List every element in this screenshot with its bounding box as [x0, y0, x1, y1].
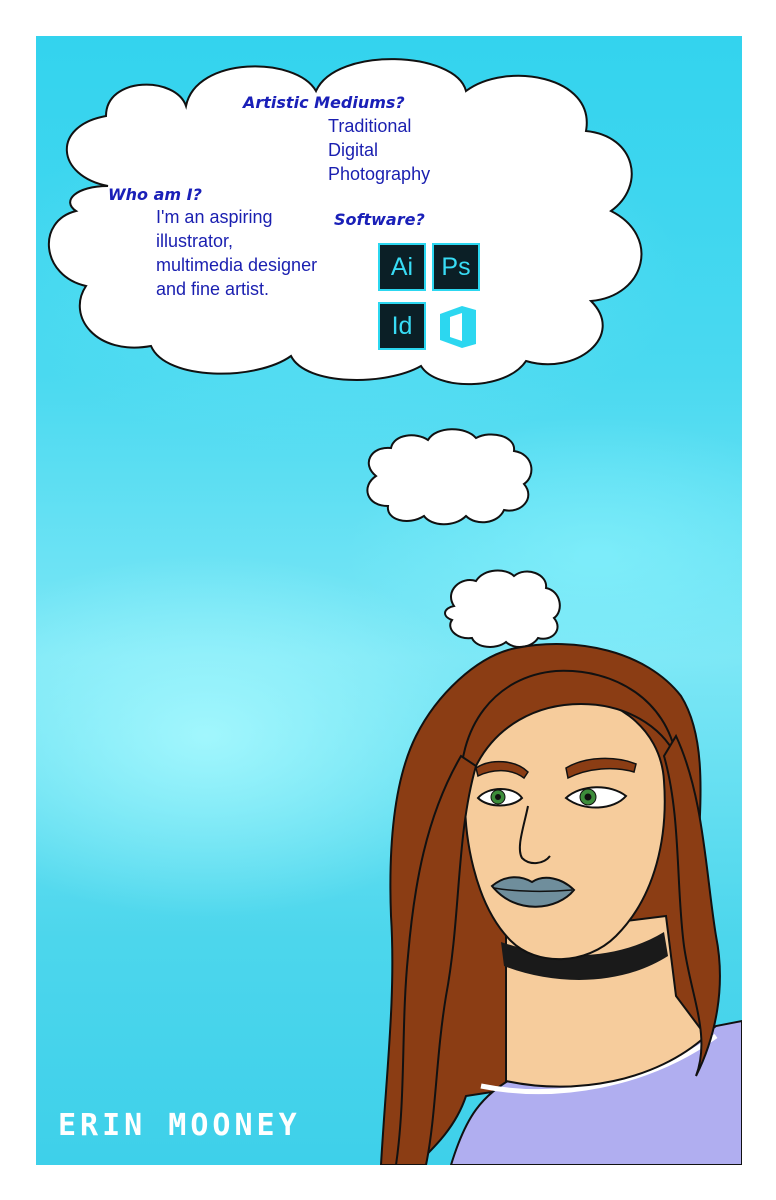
artist-name: ERIN MOONEY — [58, 1108, 301, 1143]
poster: Artistic Mediums? Traditional Digital Ph… — [36, 36, 742, 1165]
portrait-illustration — [379, 643, 742, 1165]
